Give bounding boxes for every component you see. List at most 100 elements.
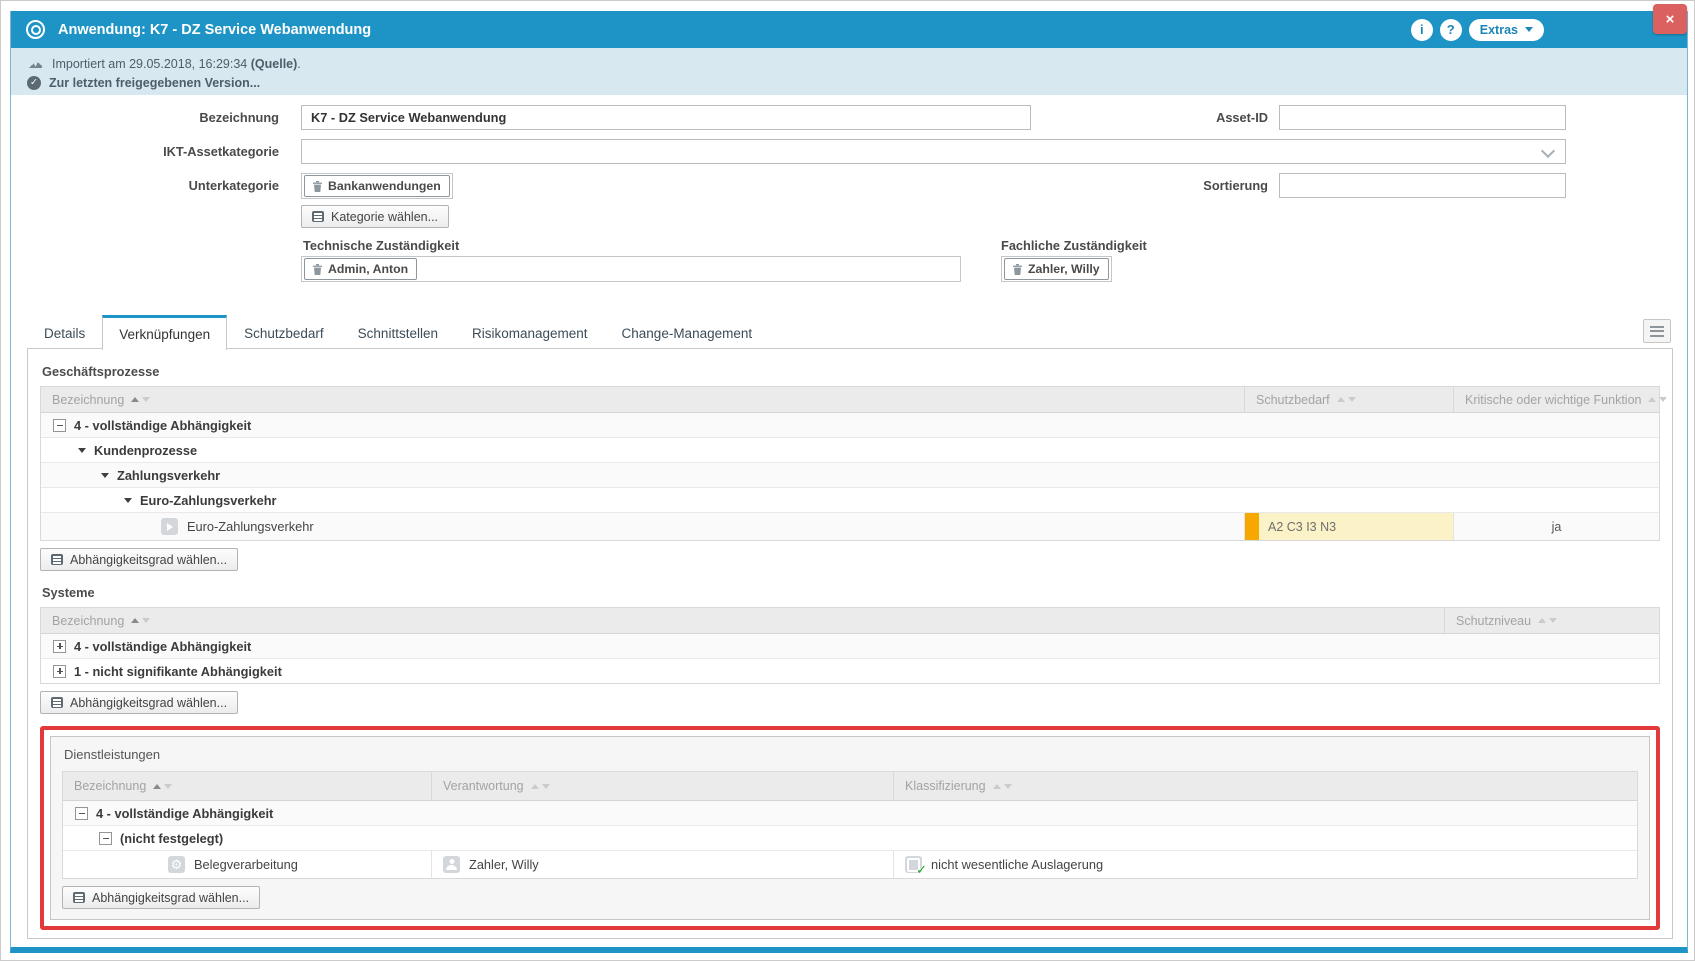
tree-row-level0[interactable]: 1 - nicht signifikante Abhängigkeit xyxy=(41,659,1659,683)
geschaeftsprozess-leaf-row[interactable]: Euro-Zahlungsverkehr A2 C3 I3 N3 ja xyxy=(41,513,1659,540)
collapse-icon[interactable] xyxy=(99,832,112,845)
fachliche-zustaendigkeit-label: Fachliche Zuständigkeit xyxy=(1001,238,1147,253)
sort-icons xyxy=(531,784,550,789)
sort-icons xyxy=(1337,397,1356,402)
ikt-assetkategorie-select[interactable] xyxy=(301,139,1566,164)
kategorie-waehlen-label: Kategorie wählen... xyxy=(331,210,438,224)
klassifizierung-cell: ✓ nicht wesentliche Auslagerung xyxy=(893,851,1637,878)
systeme-title: Systeme xyxy=(42,585,1660,600)
process-icon xyxy=(161,518,178,535)
titlebar-actions: i ? Extras xyxy=(1411,19,1672,41)
column-header-kritische-funktion[interactable]: Kritische oder wichtige Funktion xyxy=(1453,387,1659,412)
dienstleistung-leaf-row[interactable]: ⚙ Belegverarbeitung Zahler, Willy ✓ xyxy=(63,851,1637,878)
notice-bar: ☁▾ Importiert am 29.05.2018, 16:29:34 (Q… xyxy=(11,48,1687,95)
tree-row-level1[interactable]: Kundenprozesse xyxy=(41,438,1659,463)
close-button[interactable]: × xyxy=(1653,4,1687,34)
geschaeftsprozesse-table: Bezeichnung Schutzbedarf Kritische oder … xyxy=(40,386,1660,541)
verknuepfungen-panel: Geschäftsprozesse Bezeichnung Schutzbeda… xyxy=(27,348,1673,939)
tab-schnittstellen[interactable]: Schnittstellen xyxy=(341,317,455,349)
schutzbedarf-badge: A2 C3 I3 N3 xyxy=(1245,513,1453,540)
schutzbedarf-level-bar xyxy=(1245,513,1259,540)
sort-icons xyxy=(993,784,1012,789)
trash-icon[interactable] xyxy=(1013,264,1022,275)
column-header-bezeichnung[interactable]: Bezeichnung xyxy=(41,608,1444,633)
last-released-version-text: Zur letzten freigegebenen Version... xyxy=(49,76,260,90)
tab-change-management[interactable]: Change-Management xyxy=(605,317,770,349)
systeme-section: Systeme Bezeichnung Schutzniveau xyxy=(40,585,1660,714)
trash-icon[interactable] xyxy=(313,181,322,192)
table-header: Bezeichnung Verantwortung Klassifizierun… xyxy=(63,772,1637,801)
technische-chip[interactable]: Admin, Anton xyxy=(304,258,417,280)
verantwortung-cell: Zahler, Willy xyxy=(431,851,893,878)
expand-icon[interactable] xyxy=(53,640,66,653)
geschaeftsprozesse-title: Geschäftsprozesse xyxy=(42,364,1660,379)
app-window: Anwendung: K7 - DZ Service Webanwendung … xyxy=(10,11,1688,953)
tab-details[interactable]: Details xyxy=(27,317,102,349)
column-header-schutzbedarf[interactable]: Schutzbedarf xyxy=(1244,387,1453,412)
layout-menu-icon[interactable] xyxy=(1643,319,1671,343)
asset-form: Bezeichnung K7 - DZ Service Webanwendung… xyxy=(11,95,1687,313)
chevron-down-icon xyxy=(1525,27,1533,32)
tab-risikomanagement[interactable]: Risikomanagement xyxy=(455,317,605,349)
abhaengigkeitsgrad-waehlen-button[interactable]: Abhängigkeitsgrad wählen... xyxy=(40,691,238,714)
unterkategorie-chip[interactable]: Bankanwendungen xyxy=(304,175,450,197)
column-header-schutzniveau[interactable]: Schutzniveau xyxy=(1444,608,1659,633)
application-bullseye-icon xyxy=(26,20,45,39)
person-icon xyxy=(443,856,460,873)
asset-id-label: Asset-ID xyxy=(1051,105,1268,130)
info-button[interactable]: i xyxy=(1411,19,1433,41)
abhaengigkeitsgrad-waehlen-button[interactable]: Abhängigkeitsgrad wählen... xyxy=(40,548,238,571)
cloud-download-icon: ☁▾ xyxy=(27,57,44,71)
unterkategorie-chipbox[interactable]: Bankanwendungen xyxy=(301,173,453,199)
kategorie-waehlen-button[interactable]: Kategorie wählen... xyxy=(301,205,449,228)
trash-icon[interactable] xyxy=(313,264,322,275)
column-header-bezeichnung[interactable]: Bezeichnung xyxy=(63,772,431,800)
tab-schutzbedarf[interactable]: Schutzbedarf xyxy=(227,317,341,349)
help-button[interactable]: ? xyxy=(1440,19,1462,41)
import-notice-text: Importiert am 29.05.2018, 16:29:34 (Quel… xyxy=(52,57,301,71)
technische-chip-label: Admin, Anton xyxy=(328,262,408,276)
tree-row-level3[interactable]: Euro-Zahlungsverkehr xyxy=(41,488,1659,513)
sort-icons xyxy=(131,397,150,402)
caret-down-icon[interactable] xyxy=(78,448,86,453)
technische-zustaendigkeit-box[interactable]: Admin, Anton xyxy=(301,256,961,282)
asset-id-input[interactable] xyxy=(1279,105,1566,130)
bezeichnung-input[interactable]: K7 - DZ Service Webanwendung xyxy=(301,105,1031,130)
select-chevron-icon xyxy=(1541,144,1555,158)
collapse-icon[interactable] xyxy=(53,419,66,432)
tree-row-level2[interactable]: Zahlungsverkehr xyxy=(41,463,1659,488)
table-header: Bezeichnung Schutzbedarf Kritische oder … xyxy=(41,387,1659,413)
column-header-bezeichnung[interactable]: Bezeichnung xyxy=(41,387,1244,412)
tree-row-level1[interactable]: (nicht festgelegt) xyxy=(63,826,1637,851)
column-header-klassifizierung[interactable]: Klassifizierung xyxy=(893,772,1637,800)
extras-button[interactable]: Extras xyxy=(1469,19,1544,41)
green-check-icon: ✓ xyxy=(916,862,927,878)
bezeichnung-label: Bezeichnung xyxy=(11,105,279,130)
list-icon xyxy=(312,211,324,222)
tree-row-level0[interactable]: 4 - vollständige Abhängigkeit xyxy=(63,801,1637,826)
highlight-annotation-box: Dienstleistungen Bezeichnung Verantwortu… xyxy=(40,726,1660,930)
caret-down-icon[interactable] xyxy=(124,498,132,503)
ikt-assetkategorie-label: IKT-Assetkategorie xyxy=(11,139,279,164)
check-circle-icon: ✓ xyxy=(27,76,41,90)
column-header-verantwortung[interactable]: Verantwortung xyxy=(431,772,893,800)
caret-down-icon[interactable] xyxy=(101,473,109,478)
sort-icons xyxy=(1648,397,1667,402)
expand-icon[interactable] xyxy=(53,665,66,678)
tabbar: Details Verknüpfungen Schutzbedarf Schni… xyxy=(27,313,1671,349)
tab-verknuepfungen[interactable]: Verknüpfungen xyxy=(102,315,227,350)
import-notice-link[interactable]: ☁▾ Importiert am 29.05.2018, 16:29:34 (Q… xyxy=(27,54,1687,73)
tree-row-level0[interactable]: 4 - vollständige Abhängigkeit xyxy=(41,413,1659,438)
sortierung-input[interactable] xyxy=(1279,173,1566,198)
fachliche-chip[interactable]: Zahler, Willy xyxy=(1004,258,1109,280)
dienstleistungen-section: Dienstleistungen Bezeichnung Verantwortu… xyxy=(50,736,1650,920)
classification-check-icon: ✓ xyxy=(905,856,922,873)
abhaengigkeitsgrad-waehlen-button[interactable]: Abhängigkeitsgrad wählen... xyxy=(62,886,260,909)
last-released-version-link[interactable]: ✓ Zur letzten freigegebenen Version... xyxy=(27,73,1687,92)
tree-row-level0[interactable]: 4 - vollständige Abhängigkeit xyxy=(41,634,1659,659)
fachliche-zustaendigkeit-box[interactable]: Zahler, Willy xyxy=(1001,256,1112,282)
systeme-table: Bezeichnung Schutzniveau 4 - vollständig… xyxy=(40,607,1660,684)
collapse-icon[interactable] xyxy=(75,807,88,820)
kritische-funktion-cell: ja xyxy=(1453,513,1659,540)
sort-icons xyxy=(131,618,150,623)
